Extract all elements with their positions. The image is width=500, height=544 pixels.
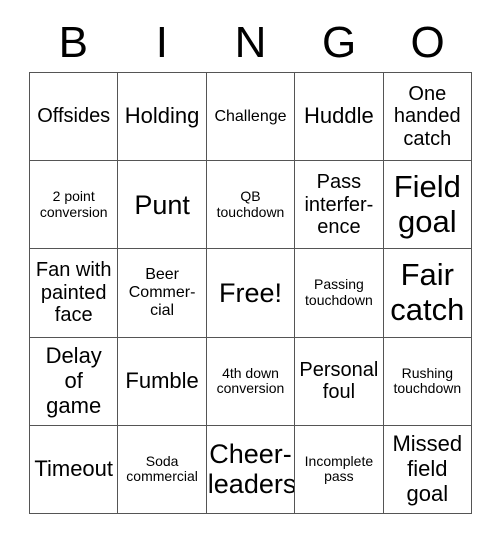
bingo-square[interactable]: Personal foul bbox=[295, 337, 384, 426]
bingo-square[interactable]: Passing touchdown bbox=[295, 249, 384, 338]
bingo-square-label: Pass interfer- ence bbox=[304, 171, 374, 238]
bingo-square-label: Punt bbox=[134, 189, 190, 220]
bingo-square[interactable]: Holding bbox=[118, 73, 207, 162]
bingo-square[interactable]: One handed catch bbox=[383, 73, 472, 162]
bingo-square[interactable]: 2 point conversion bbox=[30, 161, 119, 250]
bingo-square-label: Incomplete pass bbox=[304, 452, 374, 485]
bingo-square-label: 2 point conversion bbox=[39, 188, 108, 220]
bingo-square[interactable]: Pass interfer- ence bbox=[295, 161, 384, 250]
bingo-header: B I N G O bbox=[29, 14, 472, 72]
header-letter-o: O bbox=[410, 18, 445, 67]
bingo-square-label: Delay of game bbox=[45, 343, 102, 418]
bingo-square[interactable]: Missed field goal bbox=[383, 425, 472, 514]
bingo-square-label: Fan with painted face bbox=[35, 259, 112, 327]
bingo-square[interactable]: Challenge bbox=[206, 73, 296, 162]
bingo-square-label: QB touchdown bbox=[216, 188, 285, 220]
bingo-square-label: Fair catch bbox=[390, 257, 465, 327]
bingo-square[interactable]: Timeout bbox=[30, 425, 119, 514]
bingo-square-label: Field goal bbox=[393, 169, 461, 239]
bingo-square-label: Beer Commer- cial bbox=[128, 266, 196, 319]
bingo-square-label: 4th down conversion bbox=[216, 364, 285, 397]
bingo-square[interactable]: Huddle bbox=[295, 73, 384, 162]
bingo-grid: Offsides Holding Challenge Huddle One ha… bbox=[29, 72, 472, 514]
bingo-square[interactable]: Incomplete pass bbox=[295, 425, 384, 514]
bingo-square[interactable]: Fair catch bbox=[383, 249, 472, 338]
bingo-square[interactable]: QB touchdown bbox=[206, 161, 296, 250]
bingo-square[interactable]: Field goal bbox=[383, 161, 472, 250]
header-letter-n: N bbox=[234, 18, 267, 67]
bingo-square[interactable]: Punt bbox=[118, 161, 207, 250]
bingo-square-label: Cheer- leaders bbox=[207, 439, 296, 500]
header-letter-i: I bbox=[155, 18, 168, 67]
bingo-square-label: Timeout bbox=[34, 456, 114, 482]
bingo-square-label: Challenge bbox=[214, 107, 287, 125]
bingo-square-label: Offsides bbox=[37, 105, 111, 128]
bingo-square-label: One handed catch bbox=[393, 83, 461, 150]
bingo-square-free[interactable]: Free! bbox=[206, 249, 296, 338]
bingo-square-label: Fumble bbox=[125, 367, 199, 393]
bingo-square[interactable]: Cheer- leaders bbox=[206, 425, 296, 514]
bingo-square[interactable]: Rushing touchdown bbox=[383, 337, 472, 426]
bingo-square-label: Huddle bbox=[304, 103, 374, 129]
bingo-square-label: Free! bbox=[218, 277, 282, 308]
bingo-square-label: Rushing touchdown bbox=[393, 364, 462, 397]
bingo-square-label: Passing touchdown bbox=[305, 276, 373, 308]
bingo-square[interactable]: Soda commercial bbox=[118, 425, 207, 514]
bingo-square[interactable]: Fan with painted face bbox=[30, 249, 119, 338]
header-letter-g: G bbox=[321, 18, 357, 67]
bingo-square-label: Holding bbox=[124, 103, 200, 129]
bingo-square[interactable]: Fumble bbox=[118, 337, 207, 426]
bingo-square[interactable]: 4th down conversion bbox=[206, 337, 296, 426]
bingo-square-label: Soda commercial bbox=[126, 452, 198, 485]
bingo-square-label: Personal foul bbox=[299, 358, 379, 404]
bingo-square[interactable]: Offsides bbox=[30, 73, 119, 162]
bingo-card: B I N G O Offsides Holding Challenge Hud… bbox=[0, 0, 500, 544]
bingo-square[interactable]: Delay of game bbox=[30, 337, 119, 426]
header-letter-b: B bbox=[58, 18, 88, 67]
bingo-square-label: Missed field goal bbox=[392, 431, 463, 506]
bingo-square[interactable]: Beer Commer- cial bbox=[118, 249, 207, 338]
